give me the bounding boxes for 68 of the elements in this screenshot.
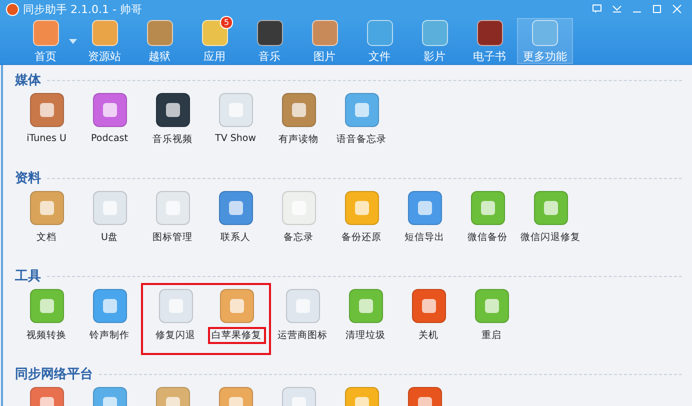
item-label: 铃声制作: [88, 329, 130, 343]
window-title: 同步助手 2.1.0.1 - 帅哥: [23, 2, 143, 16]
toolbar-tab[interactable]: 电子书: [462, 18, 517, 64]
item-label: 微信闪退修复: [520, 231, 582, 245]
app-tile-icon[interactable]: [470, 191, 504, 225]
item-label: 重启: [480, 329, 502, 343]
item-label: 语音备忘录: [336, 133, 388, 147]
item-label: iTunes U: [26, 132, 68, 146]
app-tile-icon[interactable]: [30, 191, 64, 225]
app-tile-icon[interactable]: [92, 191, 126, 225]
download-icon[interactable]: [612, 4, 622, 14]
item-label: 白苹果修复: [208, 327, 266, 344]
item-label: 清理垃圾: [344, 329, 386, 343]
section-title: 同步网络平台: [15, 366, 93, 383]
item-label: 音乐视频: [152, 133, 194, 147]
toolbar-tab[interactable]: 音乐: [242, 18, 297, 64]
app-tile-icon[interactable]: [534, 191, 568, 225]
item-label: 运营商图标: [276, 329, 328, 343]
item-label: 文档: [36, 231, 58, 245]
app-tile-icon[interactable]: [474, 289, 508, 323]
app-tile-icon[interactable]: [344, 191, 378, 225]
toolbar-tab[interactable]: 图片: [297, 18, 352, 64]
app-tile-icon[interactable]: [286, 289, 320, 323]
item-label: TV Show: [214, 132, 257, 146]
count-badge: 5: [220, 16, 233, 29]
item-label: 备忘录: [282, 231, 314, 245]
app-tile-icon[interactable]: [30, 93, 64, 127]
item-label: 关机: [418, 329, 440, 343]
app-tile-icon[interactable]: [344, 93, 378, 127]
app-logo-icon: [6, 2, 19, 16]
app-tile-icon[interactable]: [218, 191, 252, 225]
item-label: 图标管理: [152, 231, 194, 245]
item-label: 联系人: [220, 231, 252, 245]
toolbar-tab[interactable]: 更多功能: [517, 18, 573, 64]
item-label: U盘: [100, 231, 119, 245]
app-tile-icon[interactable]: [282, 93, 316, 127]
app-tile-icon[interactable]: [158, 289, 192, 323]
item-label: 短信导出: [404, 231, 446, 245]
app-tile-icon[interactable]: [92, 93, 126, 127]
toolbar-tab[interactable]: 资源站: [77, 18, 132, 64]
item-label: 备份还原: [340, 231, 382, 245]
toolbar-tab[interactable]: 应用 5: [187, 18, 242, 64]
app-tile-icon[interactable]: [92, 289, 126, 323]
section-title: 媒体: [15, 72, 41, 89]
app-tile-icon[interactable]: [282, 191, 316, 225]
app-tile-icon[interactable]: [218, 93, 252, 127]
item-label: 微信备份: [466, 231, 508, 245]
feedback-icon[interactable]: [592, 4, 602, 14]
item-label: 视频转换: [26, 329, 68, 343]
close-icon[interactable]: [672, 4, 682, 14]
toolbar-tab[interactable]: 越狱: [132, 18, 187, 64]
maximize-icon[interactable]: [652, 4, 662, 14]
section-title: 资料: [15, 170, 41, 187]
item-label: Podcast: [90, 132, 129, 146]
app-tile-icon[interactable]: [30, 289, 64, 323]
item-label: 修复闪退: [154, 329, 196, 343]
item-label: 有声读物: [278, 133, 320, 147]
app-tile-icon[interactable]: [408, 191, 442, 225]
caret-icon[interactable]: [69, 38, 77, 44]
app-tile-icon[interactable]: [156, 191, 190, 225]
app-tile-icon[interactable]: [348, 289, 382, 323]
toolbar-tab[interactable]: 首页: [18, 18, 73, 64]
app-tile-icon[interactable]: [412, 289, 446, 323]
toolbar-tab[interactable]: 文件: [352, 18, 407, 64]
toolbar-tab[interactable]: 影片: [407, 18, 462, 64]
app-tile-icon[interactable]: [156, 93, 190, 127]
section-title: 工具: [15, 268, 41, 285]
app-tile-icon[interactable]: [220, 289, 254, 323]
